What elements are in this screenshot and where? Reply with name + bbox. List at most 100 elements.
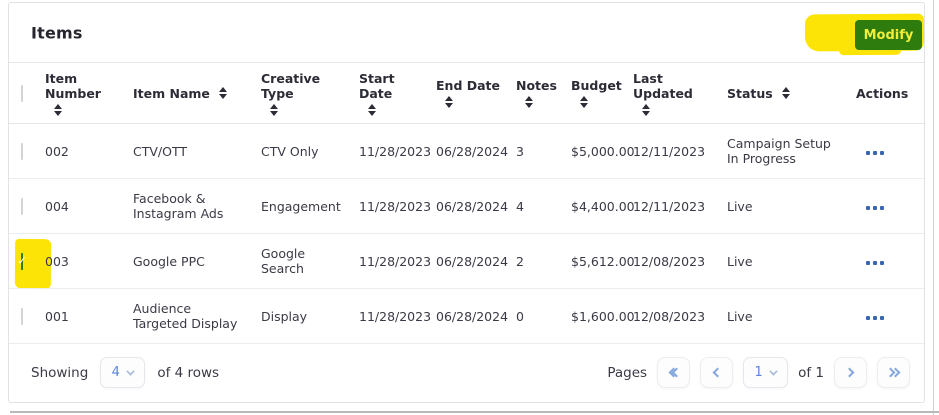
cell-creative-type: Display <box>261 309 359 324</box>
cell-item-number: 004 <box>45 199 133 214</box>
cell-status: Live <box>727 309 856 324</box>
first-page-button[interactable] <box>657 357 690 388</box>
modify-button[interactable]: Modify <box>855 20 922 50</box>
column-label: Item Name <box>133 86 210 101</box>
showing-label: Showing <box>31 365 88 381</box>
sort-arrows-icon[interactable] <box>782 87 790 99</box>
rows-total-label: of 4 rows <box>157 365 219 381</box>
sort-arrows-icon[interactable] <box>642 104 650 116</box>
row-actions-ellipsis-icon[interactable] <box>864 147 886 159</box>
chevron-down-icon <box>769 367 777 375</box>
cell-status: Live <box>727 254 856 269</box>
column-header-actions: Actions <box>856 86 922 101</box>
cell-item-name: Google PPC <box>133 254 261 269</box>
column-label: End Date <box>436 78 500 93</box>
chevron-right-icon <box>845 368 855 378</box>
sort-arrows-icon[interactable] <box>580 96 588 108</box>
column-label: Item Number <box>45 71 119 101</box>
items-panel: Items Modify Item Number Item Name Creat… <box>8 2 925 403</box>
cell-start-date: 11/28/2023 <box>359 199 436 214</box>
cell-end-date: 06/28/2024 <box>436 144 516 159</box>
cell-item-number: 003 <box>45 254 133 269</box>
double-chevron-right-icon <box>887 369 901 376</box>
previous-page-button[interactable] <box>700 357 733 388</box>
cell-end-date: 06/28/2024 <box>436 254 516 269</box>
cell-notes: 4 <box>516 199 571 214</box>
column-header-item-number[interactable]: Item Number <box>45 71 133 116</box>
table-footer: Showing 4 of 4 rows Pages <box>9 344 924 401</box>
screen-edge-bottom-line <box>10 411 939 413</box>
sort-arrows-icon[interactable] <box>445 96 453 108</box>
column-header-budget[interactable]: Budget <box>571 78 633 108</box>
page-number-select[interactable]: 1 <box>743 357 788 388</box>
cell-budget: $5,000.00 <box>571 144 633 159</box>
cell-start-date: 11/28/2023 <box>359 254 436 269</box>
column-label: Start Date <box>359 71 422 101</box>
cell-notes: 3 <box>516 144 571 159</box>
sort-arrows-icon[interactable] <box>54 104 62 116</box>
chevron-down-icon <box>126 367 134 375</box>
row-checkbox[interactable] <box>21 308 23 325</box>
table-row-selected: 003 Google PPC Google Search 11/28/2023 … <box>9 234 924 289</box>
column-header-notes[interactable]: Notes <box>516 78 571 108</box>
items-table: Item Number Item Name Creative Type Star… <box>9 63 924 401</box>
cell-item-name: Facebook & Instagram Ads <box>133 191 261 221</box>
cell-item-name: CTV/OTT <box>133 144 261 159</box>
panel-title: Items <box>31 23 83 42</box>
cell-status: Live <box>727 199 856 214</box>
column-header-start-date[interactable]: Start Date <box>359 71 436 116</box>
cell-notes: 0 <box>516 309 571 324</box>
sort-arrows-icon[interactable] <box>525 96 533 108</box>
column-header-creative-type[interactable]: Creative Type <box>261 71 359 116</box>
rows-per-page-value: 4 <box>112 365 120 380</box>
cell-end-date: 06/28/2024 <box>436 199 516 214</box>
row-actions-ellipsis-icon[interactable] <box>864 312 886 324</box>
column-label: Status <box>727 86 773 101</box>
cell-last-updated: 12/11/2023 <box>633 144 727 159</box>
column-header-status[interactable]: Status <box>727 86 856 101</box>
column-header-end-date[interactable]: End Date <box>436 78 516 108</box>
cell-budget: $4,400.00 <box>571 199 633 214</box>
screen-edge-right-line <box>933 0 934 415</box>
rows-per-page-select[interactable]: 4 <box>100 357 145 388</box>
cell-start-date: 11/28/2023 <box>359 309 436 324</box>
cell-item-name: Audience Targeted Display <box>133 301 261 331</box>
cell-creative-type: Google Search <box>261 246 359 276</box>
column-label: Last Updated <box>633 71 713 101</box>
cell-budget: $5,612.00 <box>571 254 633 269</box>
column-header-item-name[interactable]: Item Name <box>133 86 261 101</box>
last-page-button[interactable] <box>877 357 910 388</box>
select-all-checkbox[interactable] <box>21 85 23 102</box>
table-row: 002 CTV/OTT CTV Only 11/28/2023 06/28/20… <box>9 124 924 179</box>
cell-end-date: 06/28/2024 <box>436 309 516 324</box>
sort-arrows-icon[interactable] <box>270 104 278 116</box>
cell-last-updated: 12/08/2023 <box>633 254 727 269</box>
column-label: Creative Type <box>261 71 345 101</box>
cell-start-date: 11/28/2023 <box>359 144 436 159</box>
column-header-last-updated[interactable]: Last Updated <box>633 71 727 116</box>
cell-budget: $1,600.00 <box>571 309 633 324</box>
row-checkbox[interactable] <box>21 253 23 270</box>
double-chevron-left-icon <box>668 369 680 376</box>
cell-notes: 2 <box>516 254 571 269</box>
row-actions-ellipsis-icon[interactable] <box>864 202 886 214</box>
column-label: Notes <box>516 78 557 93</box>
screen: Items Modify Item Number Item Name Creat… <box>0 0 939 415</box>
chevron-left-icon <box>713 368 723 378</box>
sort-arrows-icon[interactable] <box>219 87 227 99</box>
column-label: Budget <box>571 78 622 93</box>
cell-item-number: 002 <box>45 144 133 159</box>
row-checkbox[interactable] <box>21 198 23 215</box>
table-row: 004 Facebook & Instagram Ads Engagement … <box>9 179 924 234</box>
cell-creative-type: CTV Only <box>261 144 359 159</box>
row-checkbox[interactable] <box>21 143 23 160</box>
row-actions-ellipsis-icon[interactable] <box>864 257 886 269</box>
panel-header: Items Modify <box>9 3 924 63</box>
pages-total-label: of 1 <box>798 365 824 381</box>
page-number-value: 1 <box>754 365 762 380</box>
table-row: 001 Audience Targeted Display Display 11… <box>9 289 924 344</box>
next-page-button[interactable] <box>834 357 867 388</box>
sort-arrows-icon[interactable] <box>368 104 376 116</box>
cell-creative-type: Engagement <box>261 199 359 214</box>
cell-status: Campaign Setup In Progress <box>727 136 856 166</box>
